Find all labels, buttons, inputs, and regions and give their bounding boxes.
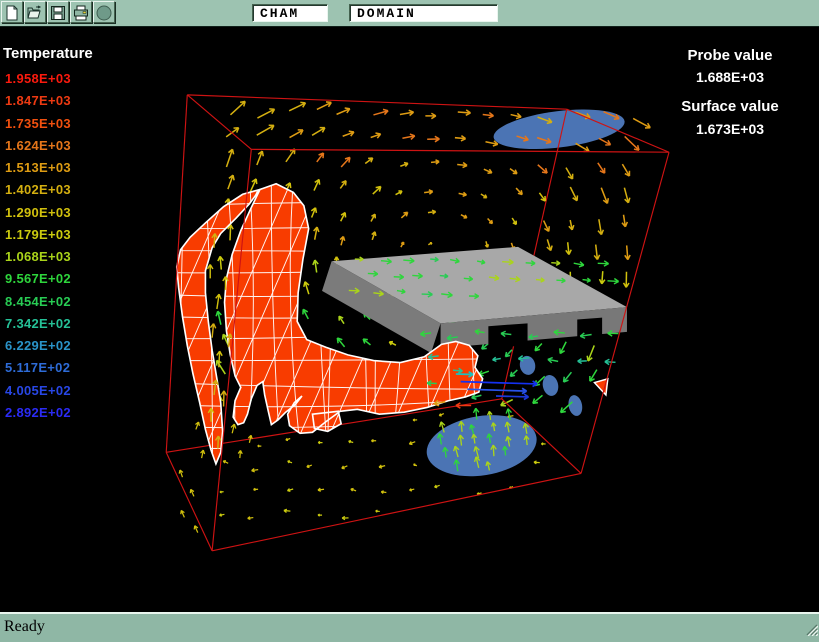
legend-value: 1.624E+03 — [5, 138, 71, 153]
legend-value: 1.179E+03 — [5, 227, 71, 242]
legend-title: Temperature — [3, 45, 93, 62]
legend-value: 1.847E+03 — [5, 93, 71, 108]
legend-value: 1.513E+03 — [5, 160, 71, 175]
legend-value: 6.229E+02 — [5, 338, 71, 353]
toolbar — [0, 0, 819, 27]
legend-value: 2.892E+02 — [5, 405, 71, 420]
legend-value: 4.005E+02 — [5, 383, 71, 398]
circle-icon — [94, 5, 114, 21]
legend-value: 8.454E+02 — [5, 294, 71, 309]
legend-value: 1.402E+03 — [5, 182, 71, 197]
surface-value: 1.673E+03 — [655, 121, 805, 137]
print-button[interactable] — [70, 1, 92, 23]
legend-value: 1.735E+03 — [5, 116, 71, 131]
legend-value: 1.958E+03 — [5, 71, 71, 86]
probe-value: 1.688E+03 — [655, 69, 805, 85]
new-file-button[interactable] — [1, 1, 23, 23]
model-field[interactable] — [252, 4, 328, 22]
new-document-icon — [2, 5, 22, 21]
resize-grip-icon[interactable] — [804, 622, 818, 641]
legend-value: 9.567E+02 — [5, 271, 71, 286]
phoenics-viewer-window: Temperature 1.958E+03 1.847E+03 1.735E+03 1… — [0, 0, 819, 642]
open-file-button[interactable] — [24, 1, 46, 23]
domain-field[interactable] — [349, 4, 498, 22]
legend-value: 1.068E+03 — [5, 249, 71, 264]
legend-value: 5.117E+02 — [5, 360, 70, 375]
printer-icon — [71, 5, 91, 21]
legend-value: 1.290E+03 — [5, 205, 71, 220]
surface-value-label: Surface value — [655, 98, 805, 115]
legend-value: 7.342E+02 — [5, 316, 71, 331]
save-floppy-icon — [48, 5, 68, 21]
status-text: Ready — [4, 618, 45, 636]
open-folder-icon — [25, 5, 45, 21]
viewport-3d[interactable]: Temperature 1.958E+03 1.847E+03 1.735E+03 1… — [0, 27, 819, 612]
probe-value-label: Probe value — [655, 47, 805, 64]
status-bar: Ready — [0, 612, 819, 642]
save-button[interactable] — [47, 1, 69, 23]
run-button[interactable] — [93, 1, 115, 23]
